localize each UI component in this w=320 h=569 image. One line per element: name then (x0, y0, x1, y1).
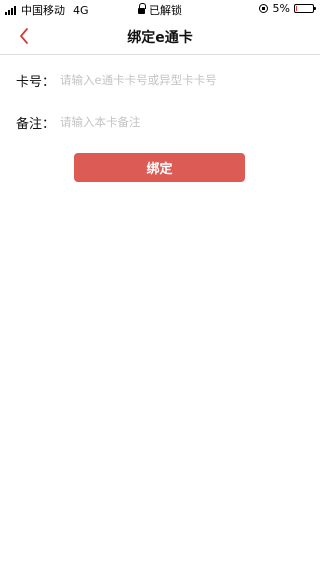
note-row: 备注： (0, 102, 320, 142)
rotation-lock-icon (258, 4, 268, 13)
card-number-row: 卡号： (0, 60, 320, 100)
bind-button[interactable]: 绑定 (74, 153, 245, 182)
note-label: 备注： (16, 116, 56, 132)
navigation-bar: 绑定e通卡 (0, 18, 320, 55)
note-input[interactable] (58, 107, 308, 137)
battery-percent: 5% (272, 2, 290, 15)
battery-level-fill (296, 6, 297, 11)
lock-status-text: 已解锁 (149, 4, 182, 17)
status-bar: 中国移动 4G 已解锁 5% (0, 0, 320, 18)
card-number-input[interactable] (58, 65, 308, 95)
unlock-icon (138, 3, 146, 14)
battery-icon (294, 4, 316, 13)
page-title: 绑定e通卡 (127, 30, 193, 46)
card-number-label: 卡号： (16, 74, 56, 90)
status-right: 5% (258, 2, 316, 15)
